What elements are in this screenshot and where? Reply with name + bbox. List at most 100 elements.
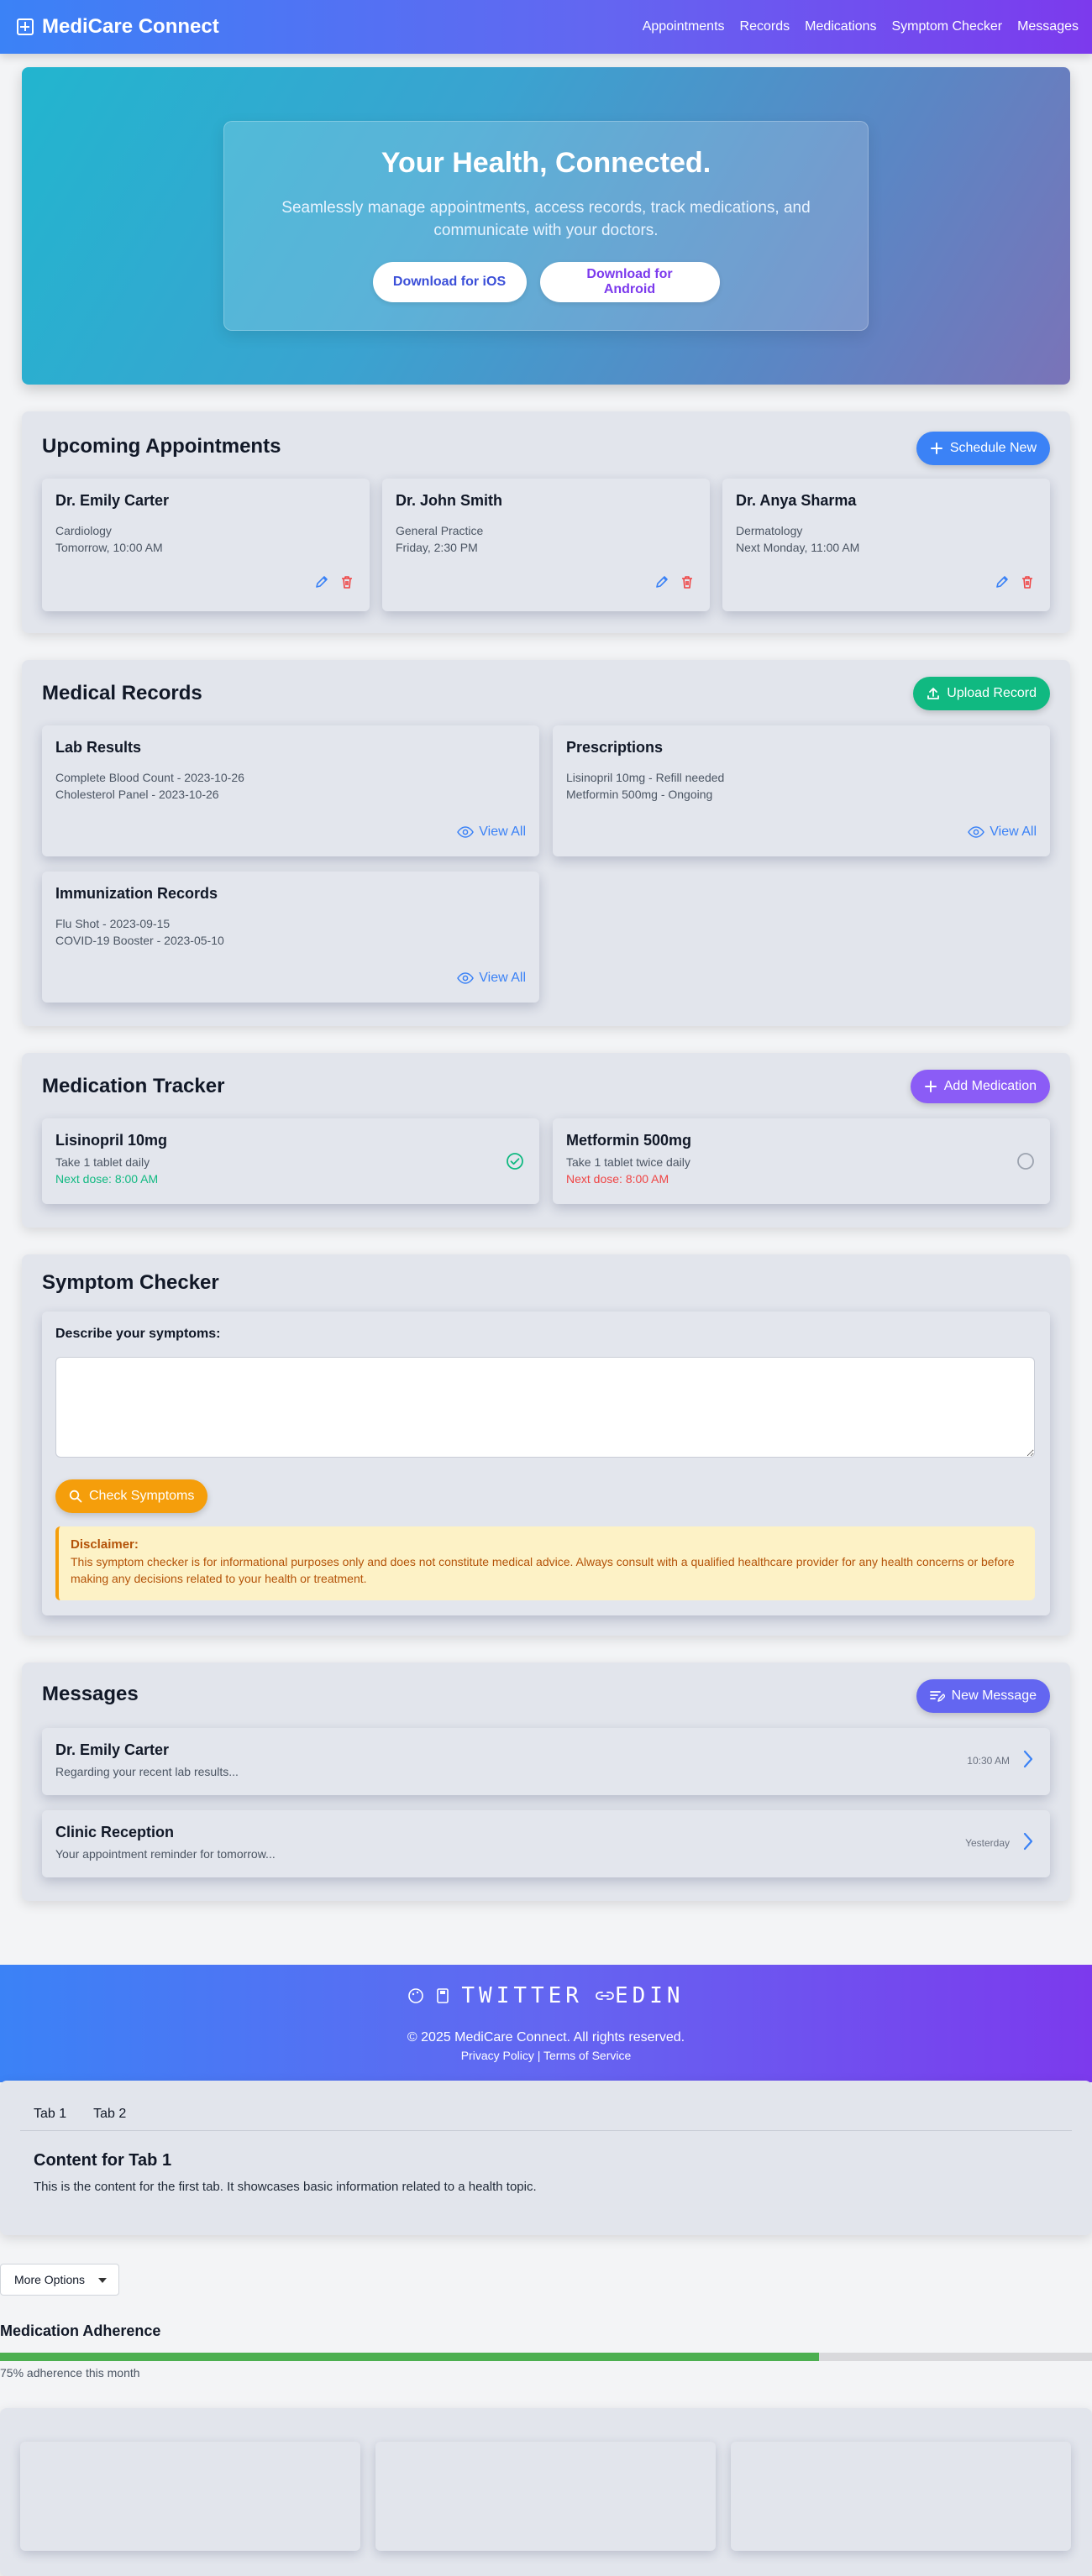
social-links: TWITTER EDIN bbox=[0, 1983, 1092, 2008]
appointment-specialty: General Practice bbox=[396, 524, 484, 537]
appointments-section: Upcoming Appointments Schedule New Dr. E… bbox=[22, 411, 1070, 633]
empty-circle-icon[interactable] bbox=[1016, 1152, 1035, 1170]
medication-name: Lisinopril 10mg bbox=[55, 1132, 168, 1149]
tabs-panel: Tab 1 Tab 2 Content for Tab 1 This is th… bbox=[0, 2081, 1092, 2235]
linkedin-link[interactable]: EDIN bbox=[595, 1983, 685, 2008]
medication-card: Lisinopril 10mg Take 1 tablet daily Next… bbox=[42, 1118, 539, 1204]
tab-content-text: This is the content for the first tab. I… bbox=[34, 2180, 537, 2194]
appointment-card: Dr. Anya Sharma Dermatology Next Monday,… bbox=[722, 479, 1050, 611]
new-message-label: New Message bbox=[951, 1689, 1037, 1703]
appointments-title: Upcoming Appointments bbox=[42, 435, 281, 458]
view-all-link[interactable]: View All bbox=[968, 825, 1037, 840]
view-all-label: View All bbox=[990, 825, 1037, 839]
appointment-time: Next Monday, 11:00 AM bbox=[736, 541, 860, 554]
new-message-button[interactable]: New Message bbox=[916, 1679, 1050, 1713]
record-line: Lisinopril 10mg - Refill needed bbox=[566, 771, 725, 784]
appointment-doctor: Dr. John Smith bbox=[396, 492, 503, 509]
upload-icon bbox=[927, 688, 940, 699]
adherence-progress bbox=[0, 2353, 1092, 2361]
message-preview: Regarding your recent lab results... bbox=[55, 1765, 239, 1778]
disclaimer-text: This symptom checker is for informationa… bbox=[71, 1555, 1015, 1585]
appointment-card: Dr. John Smith General Practice Friday, … bbox=[382, 479, 710, 611]
copyright-text: © 2025 MediCare Connect. All rights rese… bbox=[407, 2030, 685, 2045]
adherence-progress-fill bbox=[0, 2353, 819, 2361]
check-symptoms-button[interactable]: Check Symptoms bbox=[55, 1479, 208, 1513]
upload-record-button[interactable]: Upload Record bbox=[913, 677, 1050, 710]
message-sender: Clinic Reception bbox=[55, 1824, 175, 1840]
record-line: Cholesterol Panel - 2023-10-26 bbox=[55, 788, 219, 801]
medication-next-dose: Next dose: 8:00 AM bbox=[566, 1172, 669, 1186]
symptom-input[interactable] bbox=[55, 1357, 1035, 1458]
record-line: COVID-19 Booster - 2023-05-10 bbox=[55, 934, 224, 947]
download-ios-button[interactable]: Download for iOS bbox=[372, 262, 527, 302]
tab-1[interactable]: Tab 1 bbox=[20, 2097, 80, 2130]
chevron-right-icon[interactable] bbox=[1023, 1750, 1033, 1768]
disclaimer-box: Disclaimer: This symptom checker is for … bbox=[55, 1526, 1035, 1600]
check-symptoms-label: Check Symptoms bbox=[89, 1489, 195, 1503]
placeholder-card bbox=[731, 2442, 1071, 2551]
message-preview: Your appointment reminder for tomorrow..… bbox=[55, 1847, 276, 1861]
brand[interactable]: MediCare Connect bbox=[17, 15, 219, 39]
more-options-dropdown[interactable]: More Options bbox=[0, 2264, 119, 2296]
caret-down-icon bbox=[98, 2278, 107, 2283]
trash-icon[interactable] bbox=[680, 574, 695, 589]
message-time: Yesterday bbox=[965, 1837, 1010, 1849]
message-item[interactable]: Clinic Reception Your appointment remind… bbox=[42, 1810, 1050, 1877]
upload-record-label: Upload Record bbox=[947, 686, 1037, 700]
record-line: Flu Shot - 2023-09-15 bbox=[55, 917, 171, 930]
records-title: Medical Records bbox=[42, 682, 202, 704]
nav-appointments[interactable]: Appointments bbox=[643, 19, 725, 34]
appointment-specialty: Dermatology bbox=[736, 524, 803, 537]
schedule-new-label: Schedule New bbox=[949, 441, 1037, 455]
check-circle-icon[interactable] bbox=[506, 1152, 524, 1170]
messages-title: Messages bbox=[42, 1683, 139, 1705]
nav-symptom-checker[interactable]: Symptom Checker bbox=[891, 19, 1002, 34]
view-all-label: View All bbox=[479, 825, 526, 839]
record-card-immunization: Immunization Records Flu Shot - 2023-09-… bbox=[42, 872, 539, 1003]
dropdown-label: More Options bbox=[14, 2273, 86, 2286]
edit-icon[interactable] bbox=[995, 574, 1010, 589]
plus-icon bbox=[924, 1081, 937, 1092]
appointment-time: Friday, 2:30 PM bbox=[396, 541, 478, 554]
message-sender: Dr. Emily Carter bbox=[55, 1741, 170, 1758]
plus-icon bbox=[930, 442, 942, 454]
edit-icon[interactable] bbox=[654, 574, 669, 589]
view-all-link[interactable]: View All bbox=[457, 825, 526, 840]
adherence-text: 75% adherence this month bbox=[0, 2366, 140, 2380]
top-navbar: MediCare Connect Appointments Records Me… bbox=[0, 0, 1092, 54]
main-nav: Appointments Records Medications Symptom… bbox=[643, 19, 1079, 34]
medication-next-dose: Next dose: 8:00 AM bbox=[55, 1172, 159, 1186]
medical-cross-icon bbox=[17, 18, 34, 35]
view-all-label: View All bbox=[479, 971, 526, 985]
appointment-doctor: Dr. Emily Carter bbox=[55, 492, 170, 509]
linkedin-label: EDIN bbox=[614, 1983, 685, 2008]
chevron-right-icon[interactable] bbox=[1023, 1832, 1033, 1851]
edit-icon[interactable] bbox=[314, 574, 329, 589]
trash-icon[interactable] bbox=[1020, 574, 1035, 589]
add-medication-button[interactable]: Add Medication bbox=[910, 1070, 1050, 1103]
message-time: 10:30 AM bbox=[967, 1755, 1010, 1767]
tab-2[interactable]: Tab 2 bbox=[80, 2097, 139, 2130]
compose-icon bbox=[929, 1691, 945, 1702]
download-android-button[interactable]: Download for Android bbox=[539, 262, 720, 302]
tab-bar: Tab 1 Tab 2 bbox=[20, 2097, 1072, 2131]
hero-title: Your Health, Connected. bbox=[381, 147, 711, 179]
phone-icon[interactable] bbox=[436, 1987, 449, 2004]
nav-records[interactable]: Records bbox=[740, 19, 790, 34]
facebook-icon[interactable] bbox=[407, 1987, 424, 2004]
medication-dosage: Take 1 tablet daily bbox=[55, 1155, 150, 1169]
symptom-title: Symptom Checker bbox=[42, 1271, 219, 1294]
trash-icon[interactable] bbox=[339, 574, 354, 589]
add-medication-label: Add Medication bbox=[943, 1079, 1037, 1093]
appointment-time: Tomorrow, 10:00 AM bbox=[55, 541, 163, 554]
nav-messages[interactable]: Messages bbox=[1017, 19, 1079, 34]
eye-icon bbox=[457, 826, 475, 838]
footer-legal-links[interactable]: Privacy Policy | Terms of Service bbox=[0, 2049, 1092, 2062]
nav-medications[interactable]: Medications bbox=[805, 19, 876, 34]
hero-subtitle: Seamlessly manage appointments, access r… bbox=[281, 199, 811, 239]
disclaimer-title: Disclaimer: bbox=[71, 1537, 139, 1552]
view-all-link[interactable]: View All bbox=[457, 971, 526, 986]
twitter-link[interactable]: TWITTER bbox=[461, 1983, 583, 2008]
schedule-new-button[interactable]: Schedule New bbox=[916, 432, 1050, 465]
message-item[interactable]: Dr. Emily Carter Regarding your recent l… bbox=[42, 1728, 1050, 1795]
